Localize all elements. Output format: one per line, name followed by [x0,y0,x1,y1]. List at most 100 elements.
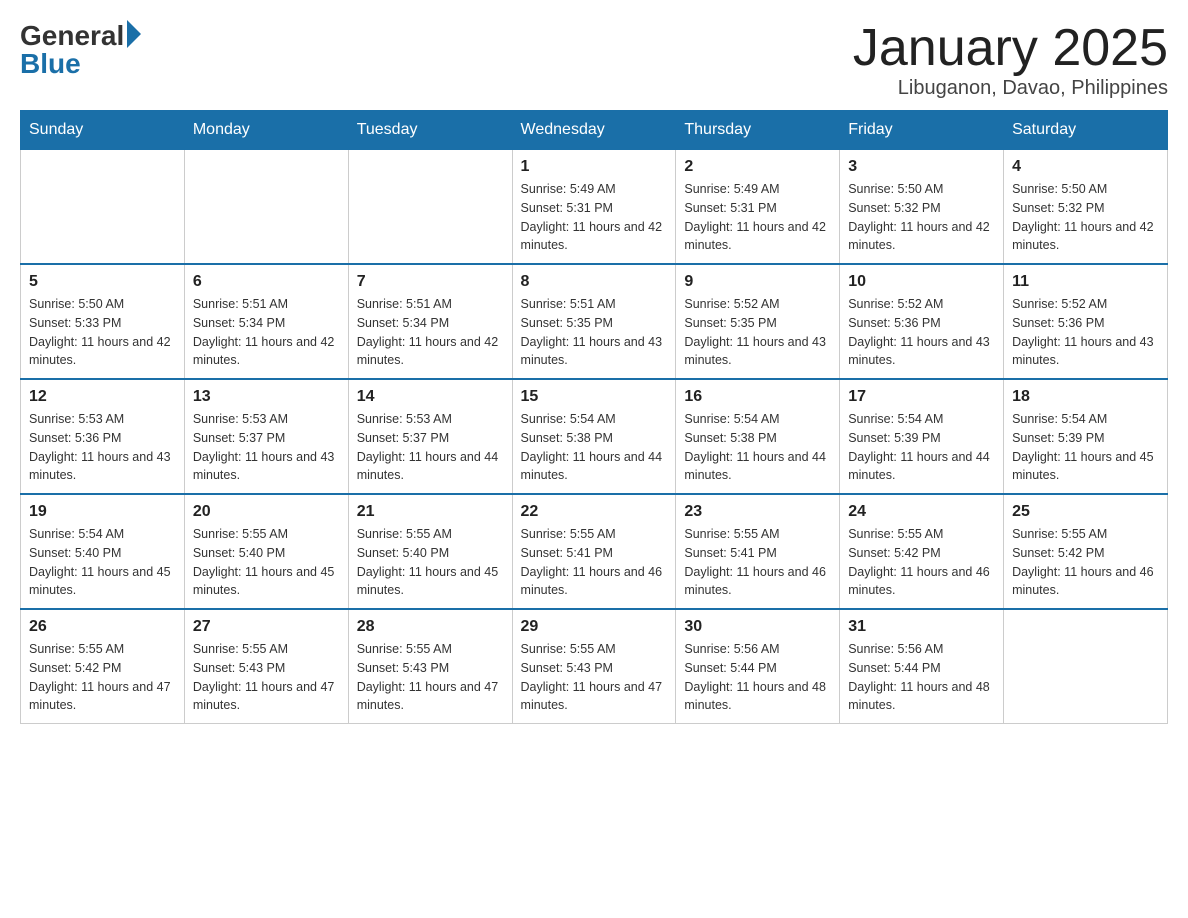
calendar-cell [21,150,185,265]
day-info: Sunrise: 5:55 AMSunset: 5:41 PMDaylight:… [521,525,668,600]
day-number: 2 [684,158,831,176]
day-info: Sunrise: 5:52 AMSunset: 5:36 PMDaylight:… [848,295,995,370]
day-number: 17 [848,388,995,406]
calendar-cell: 1Sunrise: 5:49 AMSunset: 5:31 PMDaylight… [512,150,676,265]
calendar-cell: 25 Sunrise: 5:55 AMSunset: 5:42 PMDayligh… [1004,494,1168,609]
day-number: 15 [521,388,668,406]
day-number: 16 [684,388,831,406]
calendar-cell: 8 Sunrise: 5:51 AMSunset: 5:35 PMDaylight… [512,264,676,379]
calendar-cell: 29 Sunrise: 5:55 AMSunset: 5:43 PMDayligh… [512,609,676,724]
calendar-week-row: 19 Sunrise: 5:54 AMSunset: 5:40 PMDayligh… [21,494,1168,609]
day-number: 14 [357,388,504,406]
calendar-cell: 18 Sunrise: 5:54 AMSunset: 5:39 PMDayligh… [1004,379,1168,494]
calendar-day-header: Monday [184,111,348,150]
calendar-day-header: Tuesday [348,111,512,150]
day-number: 28 [357,618,504,636]
day-info: Sunrise: 5:52 AMSunset: 5:35 PMDaylight:… [684,295,831,370]
day-number: 8 [521,273,668,291]
calendar-cell: 6Sunrise: 5:51 AMSunset: 5:34 PMDaylight… [184,264,348,379]
day-info: Sunrise: 5:50 AMSunset: 5:32 PMDaylight:… [1012,180,1159,255]
day-number: 23 [684,503,831,521]
calendar-day-header: Friday [840,111,1004,150]
calendar-cell: 30 Sunrise: 5:56 AMSunset: 5:44 PMDayligh… [676,609,840,724]
day-number: 3 [848,158,995,176]
calendar-cell: 28 Sunrise: 5:55 AMSunset: 5:43 PMDayligh… [348,609,512,724]
day-number: 20 [193,503,340,521]
day-info: Sunrise: 5:54 AMSunset: 5:39 PMDaylight:… [1012,410,1159,485]
day-number: 29 [521,618,668,636]
day-info: Sunrise: 5:55 AMSunset: 5:42 PMDaylight:… [848,525,995,600]
day-info: Sunrise: 5:55 AMSunset: 5:40 PMDaylight:… [357,525,504,600]
calendar-cell: 15 Sunrise: 5:54 AMSunset: 5:38 PMDayligh… [512,379,676,494]
day-number: 21 [357,503,504,521]
calendar-table: SundayMondayTuesdayWednesdayThursdayFrid… [20,110,1168,724]
day-info: Sunrise: 5:51 AMSunset: 5:34 PMDaylight:… [357,295,504,370]
page-header: General Blue January 2025 Libuganon, Dav… [20,20,1168,100]
day-info: Sunrise: 5:55 AMSunset: 5:43 PMDaylight:… [521,640,668,715]
day-number: 31 [848,618,995,636]
day-info: Sunrise: 5:55 AMSunset: 5:43 PMDaylight:… [357,640,504,715]
calendar-cell: 9Sunrise: 5:52 AMSunset: 5:35 PMDaylight… [676,264,840,379]
calendar-cell: 20 Sunrise: 5:55 AMSunset: 5:40 PMDayligh… [184,494,348,609]
day-info: Sunrise: 5:52 AMSunset: 5:36 PMDaylight:… [1012,295,1159,370]
calendar-cell: 31 Sunrise: 5:56 AMSunset: 5:44 PMDayligh… [840,609,1004,724]
day-number: 19 [29,503,176,521]
day-number: 11 [1012,273,1159,291]
calendar-day-header: Saturday [1004,111,1168,150]
calendar-week-row: 12Sunrise: 5:53 AMSunset: 5:36 PMDayligh… [21,379,1168,494]
title-section: January 2025 Libuganon, Davao, Philippin… [853,20,1168,100]
calendar-cell: 22 Sunrise: 5:55 AMSunset: 5:41 PMDayligh… [512,494,676,609]
day-info: Sunrise: 5:49 AMSunset: 5:31 PMDaylight:… [521,180,668,255]
calendar-cell: 2Sunrise: 5:49 AMSunset: 5:31 PMDaylight… [676,150,840,265]
day-info: Sunrise: 5:50 AMSunset: 5:32 PMDaylight:… [848,180,995,255]
calendar-cell: 5Sunrise: 5:50 AMSunset: 5:33 PMDaylight… [21,264,185,379]
day-info: Sunrise: 5:54 AMSunset: 5:38 PMDaylight:… [521,410,668,485]
day-number: 6 [193,273,340,291]
calendar-cell [348,150,512,265]
day-info: Sunrise: 5:55 AMSunset: 5:43 PMDaylight:… [193,640,340,715]
logo: General Blue [20,20,141,80]
day-number: 26 [29,618,176,636]
day-info: Sunrise: 5:55 AMSunset: 5:42 PMDaylight:… [29,640,176,715]
day-info: Sunrise: 5:54 AMSunset: 5:38 PMDaylight:… [684,410,831,485]
logo-arrow-icon [127,20,141,48]
calendar-cell: 14 Sunrise: 5:53 AMSunset: 5:37 PMDayligh… [348,379,512,494]
day-info: Sunrise: 5:55 AMSunset: 5:40 PMDaylight:… [193,525,340,600]
calendar-cell: 27 Sunrise: 5:55 AMSunset: 5:43 PMDayligh… [184,609,348,724]
day-number: 13 [193,388,340,406]
day-info: Sunrise: 5:51 AMSunset: 5:35 PMDaylight:… [521,295,668,370]
day-info: Sunrise: 5:53 AMSunset: 5:37 PMDaylight:… [357,410,504,485]
day-info: Sunrise: 5:54 AMSunset: 5:40 PMDaylight:… [29,525,176,600]
calendar-cell: 21 Sunrise: 5:55 AMSunset: 5:40 PMDayligh… [348,494,512,609]
calendar-cell: 11 Sunrise: 5:52 AMSunset: 5:36 PMDayligh… [1004,264,1168,379]
day-number: 27 [193,618,340,636]
day-info: Sunrise: 5:53 AMSunset: 5:37 PMDaylight:… [193,410,340,485]
calendar-cell: 26 Sunrise: 5:55 AMSunset: 5:42 PMDayligh… [21,609,185,724]
calendar-cell: 12Sunrise: 5:53 AMSunset: 5:36 PMDayligh… [21,379,185,494]
day-number: 30 [684,618,831,636]
calendar-week-row: 5Sunrise: 5:50 AMSunset: 5:33 PMDaylight… [21,264,1168,379]
location: Libuganon, Davao, Philippines [853,77,1168,100]
calendar-cell: 17Sunrise: 5:54 AMSunset: 5:39 PMDayligh… [840,379,1004,494]
day-info: Sunrise: 5:53 AMSunset: 5:36 PMDaylight:… [29,410,176,485]
calendar-cell: 13 Sunrise: 5:53 AMSunset: 5:37 PMDayligh… [184,379,348,494]
calendar-week-row: 26 Sunrise: 5:55 AMSunset: 5:42 PMDayligh… [21,609,1168,724]
day-info: Sunrise: 5:56 AMSunset: 5:44 PMDaylight:… [848,640,995,715]
day-info: Sunrise: 5:50 AMSunset: 5:33 PMDaylight:… [29,295,176,370]
calendar-header-row: SundayMondayTuesdayWednesdayThursdayFrid… [21,111,1168,150]
day-number: 10 [848,273,995,291]
calendar-day-header: Sunday [21,111,185,150]
logo-blue-text: Blue [20,48,81,80]
day-info: Sunrise: 5:55 AMSunset: 5:42 PMDaylight:… [1012,525,1159,600]
day-info: Sunrise: 5:55 AMSunset: 5:41 PMDaylight:… [684,525,831,600]
day-number: 22 [521,503,668,521]
calendar-cell: 16 Sunrise: 5:54 AMSunset: 5:38 PMDayligh… [676,379,840,494]
calendar-cell [184,150,348,265]
calendar-cell: 4Sunrise: 5:50 AMSunset: 5:32 PMDaylight… [1004,150,1168,265]
calendar-day-header: Wednesday [512,111,676,150]
calendar-cell [1004,609,1168,724]
day-info: Sunrise: 5:56 AMSunset: 5:44 PMDaylight:… [684,640,831,715]
day-number: 25 [1012,503,1159,521]
day-number: 18 [1012,388,1159,406]
calendar-day-header: Thursday [676,111,840,150]
